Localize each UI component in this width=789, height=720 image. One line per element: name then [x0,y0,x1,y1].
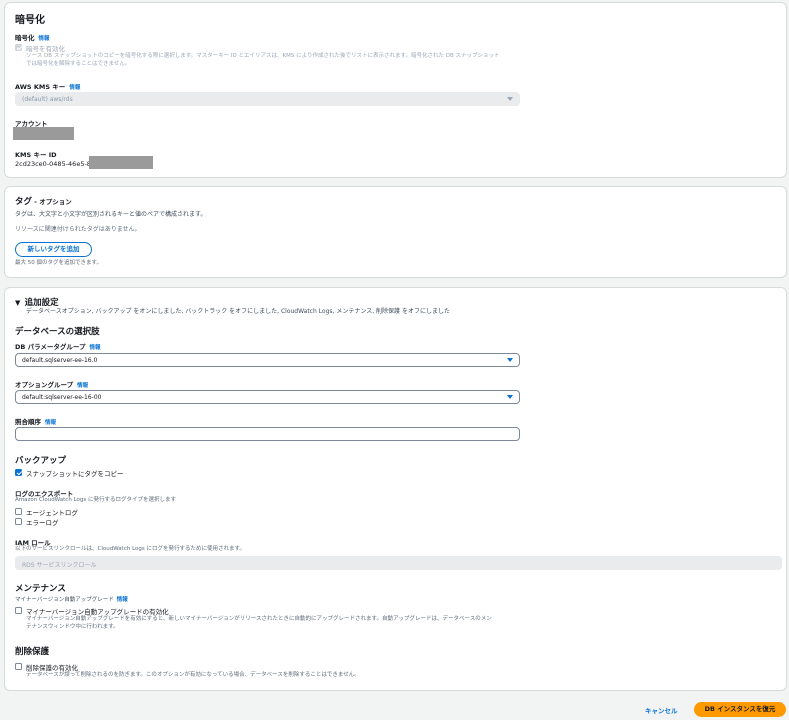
account-value-redacted [13,127,74,140]
kms-key-info-link[interactable]: 情報 [69,85,80,91]
additional-settings-title: 追加設定 [24,298,59,308]
log-export-desc: Amazon CloudWatch Logs に発行するログタイプを選択します [15,497,176,503]
encryption-panel: 暗号化 暗号化 情報 暗号を有効化 ソース DB スナップショットのコピーを暗号化… [4,2,787,178]
chevron-down-icon [507,358,513,362]
option-group-label: オプショングループ 情報 [15,379,88,389]
tags-title-suffix: - オプション [32,198,72,206]
kms-key-label: AWS KMS キー 情報 [15,81,80,91]
copy-tags-label: スナップショットにタグをコピー [26,470,124,478]
minor-upgrade-desc-1: マイナーバージョン自動アップグレードを有効にすると、新しいマイナーバージョンがリ… [26,616,492,622]
deletion-protection-checkbox[interactable] [15,663,22,670]
collation-label: 照合順序 情報 [15,416,56,426]
additional-settings-panel: ▼ 追加設定 データベースオプション, バックアップ をオンにしました, バック… [4,287,787,691]
collation-label-text: 照合順序 [15,418,41,426]
param-group-select-value: default.sqlserver-ee-16.0 [22,357,98,364]
option-group-select[interactable]: default:sqlserver-ee-16-00 [15,390,520,404]
db-options-title: データベースの選択肢 [15,327,100,337]
deletion-protection-desc: データベースが誤って削除されるのを防ぎます。このオプションが有効になっている場合… [26,672,360,678]
error-log-checkbox[interactable] [15,518,22,525]
tags-empty-text: リソースに関連付けられたタグはありません。 [15,226,141,233]
chevron-down-icon [507,97,513,101]
option-group-select-value: default:sqlserver-ee-16-00 [22,394,102,401]
encryption-info-link[interactable]: 情報 [39,36,50,42]
encryption-title: 暗号化 [15,15,45,26]
additional-settings-summary: データベースオプション, バックアップ をオンにしました, バックトラック をオ… [26,308,450,315]
minor-upgrade-desc-2: テナンスウィンドウ中に行われます。 [26,624,119,630]
copy-tags-checkbox[interactable] [15,469,22,476]
caret-down-icon: ▼ [15,299,21,307]
encryption-label: 暗号化 情報 [15,32,50,42]
chevron-down-icon [507,395,513,399]
iam-role-input[interactable]: RDS サービスリンクロール [15,556,782,570]
restore-db-instance-button[interactable]: DB インスタンスを復元 [694,702,786,717]
maintenance-title: メンテナンス [15,584,66,594]
agent-log-checkbox[interactable] [15,508,22,515]
encryption-desc-1: ソース DB スナップショットのコピーを暗号化する際に選択します。マスターキー … [26,53,500,59]
enable-encryption-checkbox[interactable] [15,44,22,51]
kms-key-select-value: (default) aws/rds [22,96,73,103]
encryption-label-text: 暗号化 [15,34,35,42]
param-group-label-text: DB パラメータグループ [15,343,86,351]
kms-key-id-label: KMS キー ID [15,151,57,159]
option-group-info-link[interactable]: 情報 [77,383,88,389]
param-group-select[interactable]: default.sqlserver-ee-16.0 [15,353,520,367]
tags-panel: タグ - オプション タグは、大文字と小文字が区別されるキーと値のペアで構成され… [4,186,787,278]
param-group-info-link[interactable]: 情報 [90,345,101,351]
tags-limit-text: 最大 50 個のタグを追加できます。 [15,260,102,266]
error-log-label: エラーログ [26,519,59,527]
cancel-button[interactable]: キャンセル [645,705,678,715]
kms-key-id-redacted [89,156,153,169]
tags-desc: タグは、大文字と小文字が区別されるキーと値のペアで構成されます。 [15,211,207,218]
kms-key-label-text: AWS KMS キー [15,83,66,91]
deletion-protection-title: 削除保護 [15,647,50,657]
minor-upgrade-header-text: マイナーバージョン自動アップグレード [15,597,114,603]
tags-title: タグ - オプション [15,195,72,207]
collation-input[interactable] [15,427,520,441]
kms-key-id-value: 2cd23ce0-0485-46e5-87 [15,160,96,168]
tags-title-text: タグ [15,197,33,207]
agent-log-label: エージェントログ [26,509,78,517]
minor-upgrade-header: マイナーバージョン自動アップグレード 情報 [15,596,128,604]
collation-info-link[interactable]: 情報 [45,420,56,426]
add-tag-button[interactable]: 新しいタグを追加 [15,242,92,257]
kms-key-select[interactable]: (default) aws/rds [15,92,520,106]
minor-upgrade-checkbox[interactable] [15,607,22,614]
iam-role-desc: 以下のサービスリンクロールは、CloudWatch Logs にログを発行するた… [15,546,245,552]
additional-settings-header[interactable]: ▼ 追加設定 [15,296,59,308]
option-group-label-text: オプショングループ [15,381,74,389]
minor-upgrade-info-link[interactable]: 情報 [117,597,128,603]
backup-title: バックアップ [15,456,67,466]
encryption-desc-2: では暗号化を解除することはできません。 [26,61,131,67]
param-group-label: DB パラメータグループ 情報 [15,341,101,351]
